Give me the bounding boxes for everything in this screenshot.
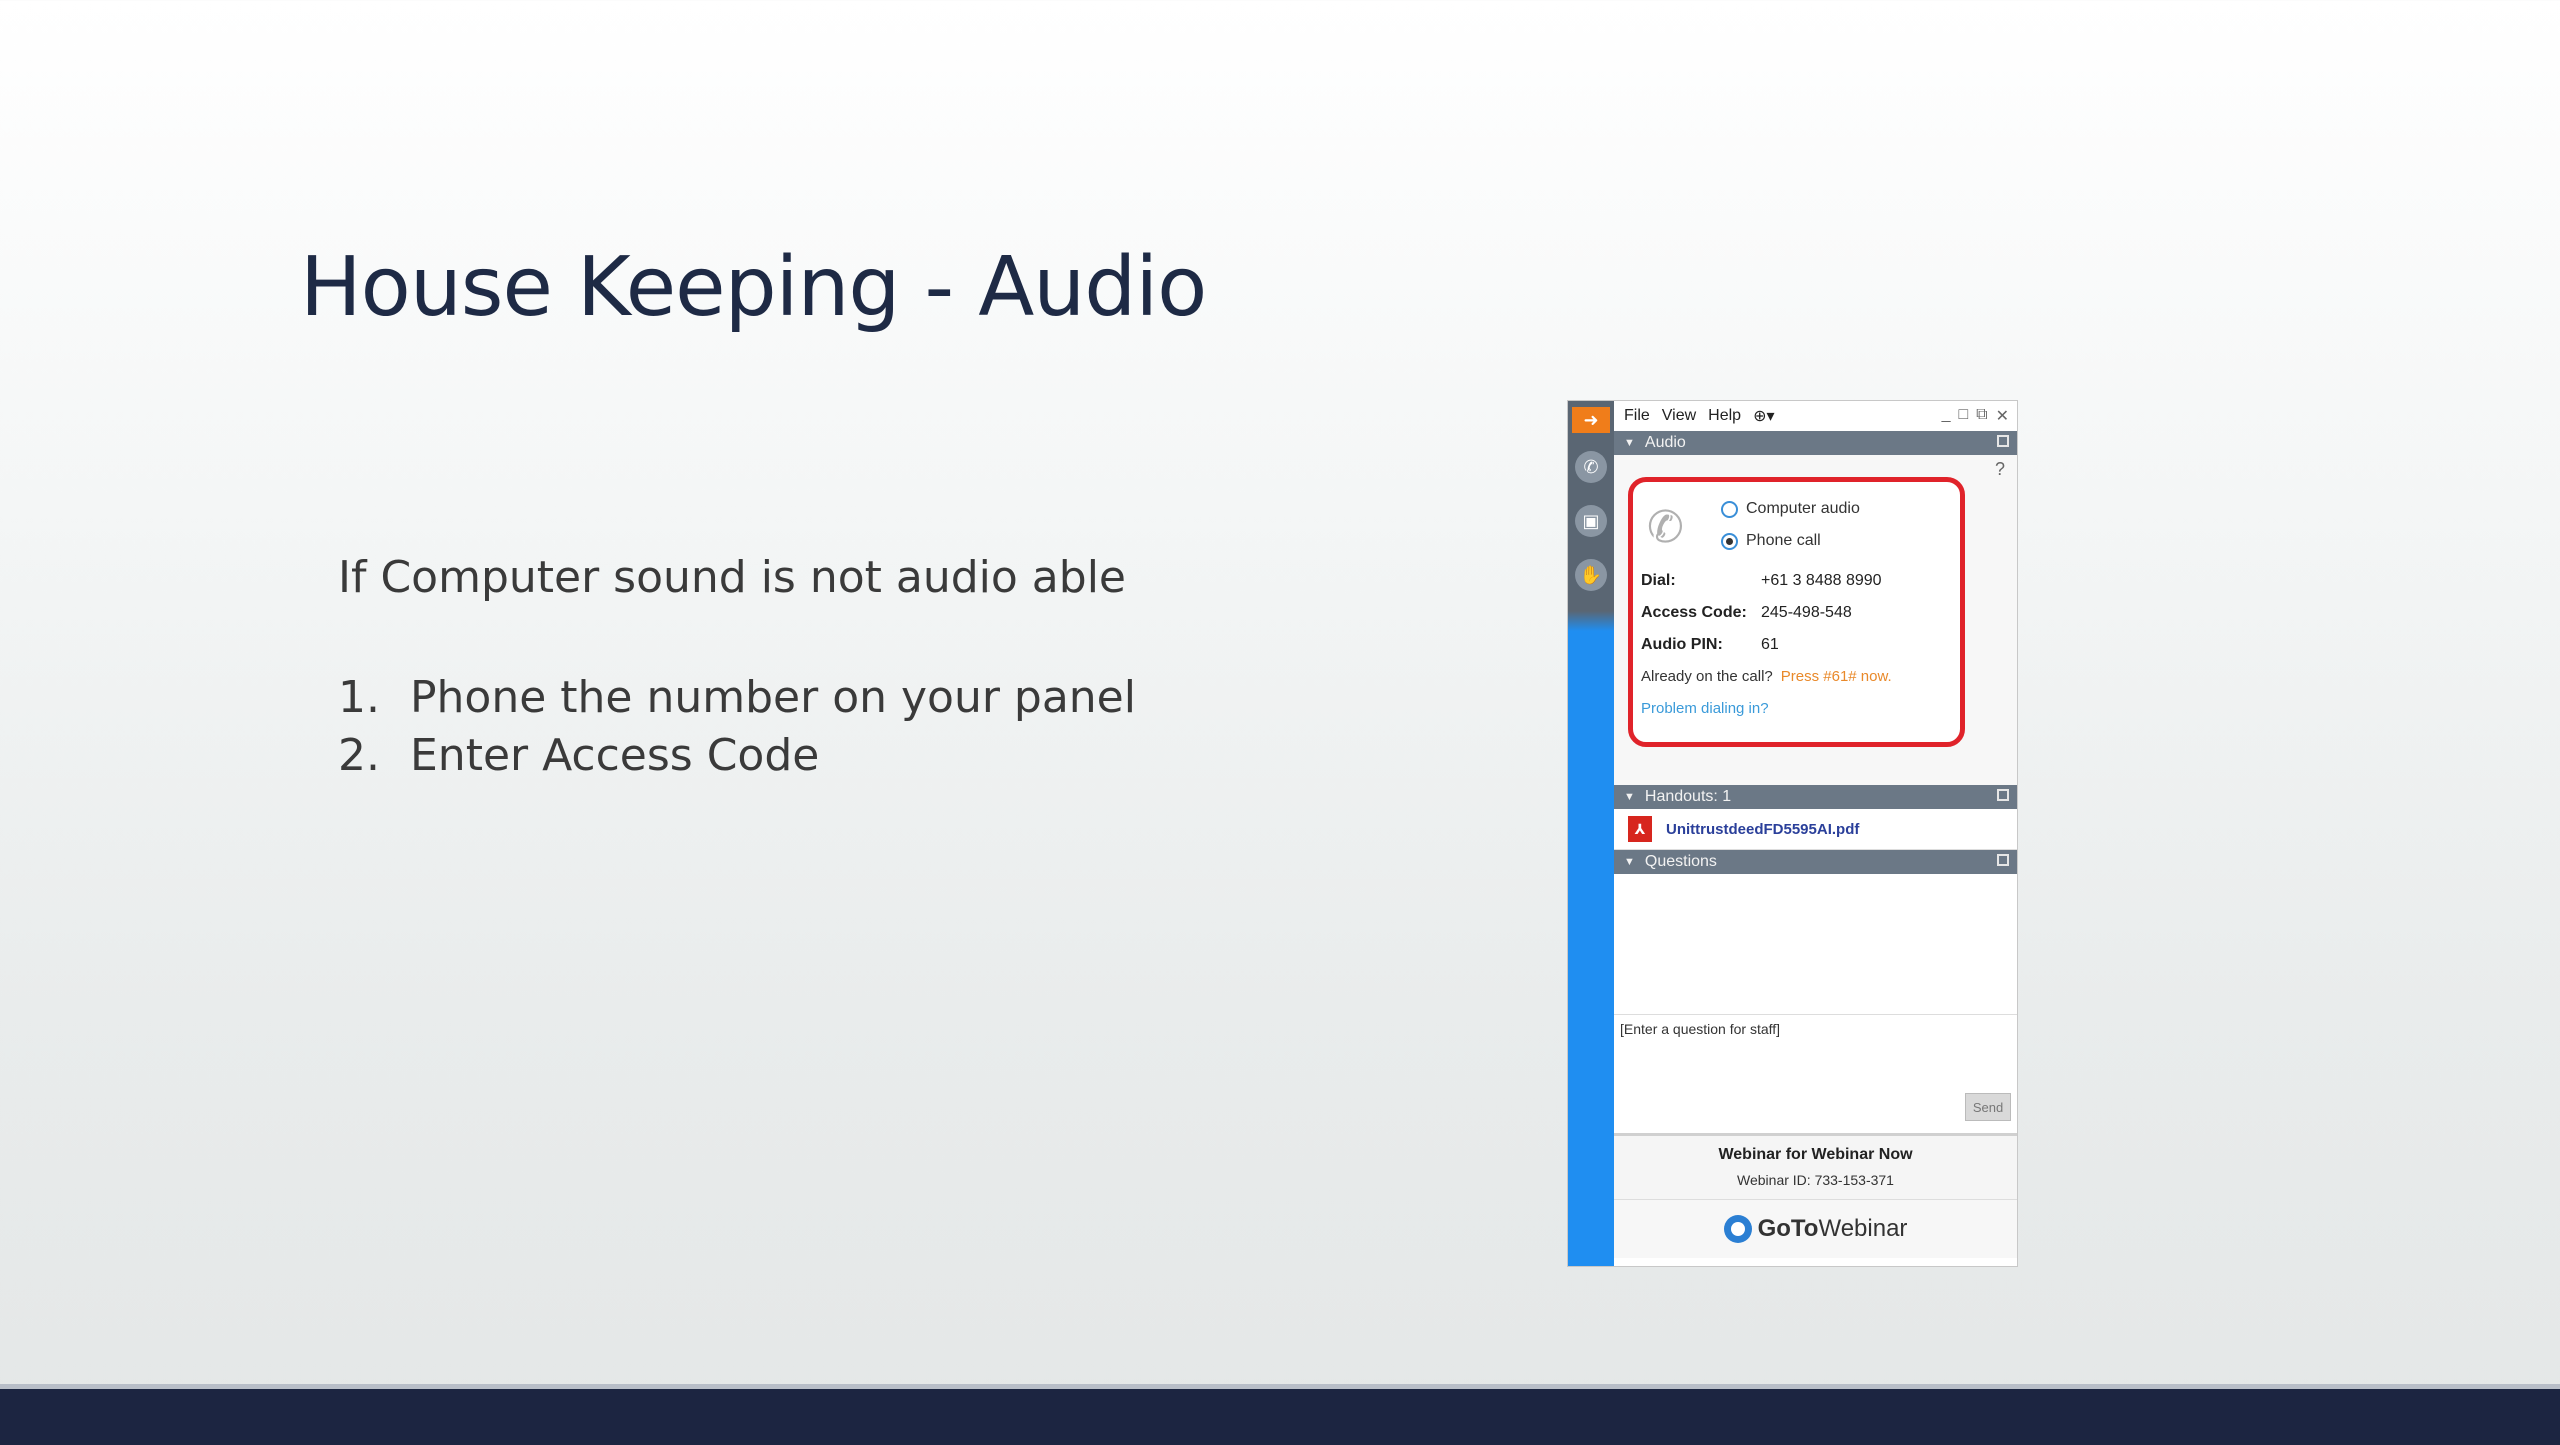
slide-title: House Keeping - Audio xyxy=(300,240,1207,335)
handout-filename[interactable]: UnittrustdeedFD5595AI.pdf xyxy=(1666,821,1859,838)
menu-view[interactable]: View xyxy=(1662,407,1696,425)
radio-button[interactable] xyxy=(1721,500,1738,518)
collapse-triangle-icon: ▼ xyxy=(1624,791,1635,803)
phone-handset-icon: ✆ xyxy=(1647,503,1684,552)
handouts-header-label: Handouts: 1 xyxy=(1644,788,1732,805)
maximize-icon[interactable]: □ xyxy=(1958,406,1968,426)
question-input[interactable]: [Enter a question for staff] Send xyxy=(1614,1015,2017,1133)
step-item: 1. Phone the number on your panel xyxy=(338,668,1136,726)
menu-bar: File View Help ⊕▾ _ □ ⧉ ✕ xyxy=(1614,401,2017,431)
questions-header-label: Questions xyxy=(1644,853,1717,870)
audio-pin-value: 61 xyxy=(1761,636,1779,653)
window-controls: _ □ ⧉ ✕ xyxy=(1942,406,2009,426)
webinar-info: Webinar for Webinar Now Webinar ID: 733-… xyxy=(1614,1133,2017,1199)
steps-list: 1. Phone the number on your panel 2. Ent… xyxy=(338,668,1136,784)
access-code-row: Access Code: 245-498-548 xyxy=(1641,604,1852,622)
press-code-text: Press #61# now. xyxy=(1780,668,1892,685)
panel-sidebar: ➜ ✆ ▣ ✋ xyxy=(1568,401,1614,1266)
step-text: Enter Access Code xyxy=(410,729,820,781)
webinar-title: Webinar for Webinar Now xyxy=(1718,1146,1913,1163)
audio-pin-row: Audio PIN: 61 xyxy=(1641,636,1779,654)
handouts-section-header[interactable]: ▼ Handouts: 1 xyxy=(1614,785,2017,809)
step-item: 2. Enter Access Code xyxy=(338,726,1136,784)
panel-main: File View Help ⊕▾ _ □ ⧉ ✕ ▼ Audio ? ✆ Co… xyxy=(1614,401,2017,1266)
audio-area: ? ✆ Computer audio Phone call Dial: +61 … xyxy=(1614,455,2017,785)
step-number: 2. xyxy=(338,729,380,781)
access-code-value: 245-498-548 xyxy=(1761,604,1852,621)
audio-header-label: Audio xyxy=(1644,434,1686,451)
raise-hand-icon[interactable]: ✋ xyxy=(1575,559,1607,591)
access-code-label: Access Code: xyxy=(1641,604,1747,621)
question-placeholder: [Enter a question for staff] xyxy=(1620,1021,1781,1037)
brand-part2: Webinar xyxy=(1818,1215,1908,1242)
already-on-call: Already on the call? Press #61# now. xyxy=(1641,668,1892,685)
questions-section-header[interactable]: ▼ Questions xyxy=(1614,850,2017,874)
popout-section-icon[interactable] xyxy=(1997,789,2009,801)
collapse-arrow-icon[interactable]: ➜ xyxy=(1572,407,1610,433)
help-icon[interactable]: ? xyxy=(1995,459,2005,480)
dial-row: Dial: +61 3 8488 8990 xyxy=(1641,572,1882,590)
brand-part1: GoTo xyxy=(1757,1215,1819,1242)
globe-icon[interactable]: ⊕▾ xyxy=(1753,406,1774,426)
audio-pin-label: Audio PIN: xyxy=(1641,636,1723,653)
dial-label: Dial: xyxy=(1641,572,1676,589)
slide-footer-bar xyxy=(0,1384,2560,1445)
radio-label: Computer audio xyxy=(1746,500,1860,517)
audio-highlight-box: ✆ Computer audio Phone call Dial: +61 3 … xyxy=(1628,477,1965,747)
handout-item[interactable]: ⅄ UnittrustdeedFD5595AI.pdf xyxy=(1614,809,2017,850)
gotowebinar-panel: ➜ ✆ ▣ ✋ File View Help ⊕▾ _ □ ⧉ ✕ ▼ Audi… xyxy=(1567,400,2018,1267)
step-text: Phone the number on your panel xyxy=(410,671,1136,723)
menu-file[interactable]: File xyxy=(1624,407,1650,425)
radio-label: Phone call xyxy=(1746,532,1821,549)
problem-dialing-link[interactable]: Problem dialing in? xyxy=(1641,700,1769,717)
already-text: Already on the call? xyxy=(1641,668,1773,685)
radio-button-selected[interactable] xyxy=(1721,532,1738,550)
phone-icon[interactable]: ✆ xyxy=(1575,451,1607,483)
screen-icon[interactable]: ▣ xyxy=(1575,505,1607,537)
webinar-id: Webinar ID: 733-153-371 xyxy=(1737,1172,1894,1188)
collapse-triangle-icon: ▼ xyxy=(1624,437,1635,449)
gotowebinar-flower-icon xyxy=(1723,1215,1752,1243)
menu-help[interactable]: Help xyxy=(1708,407,1741,425)
pdf-icon: ⅄ xyxy=(1628,816,1652,842)
send-button[interactable]: Send xyxy=(1965,1093,2011,1121)
collapse-triangle-icon: ▼ xyxy=(1624,856,1635,868)
popout-icon[interactable]: ⧉ xyxy=(1976,406,1987,426)
radio-phone-call[interactable]: Phone call xyxy=(1721,532,1821,550)
radio-computer-audio[interactable]: Computer audio xyxy=(1721,500,1860,518)
gotowebinar-logo: GoTo Webinar xyxy=(1614,1199,2017,1258)
popout-section-icon[interactable] xyxy=(1997,854,2009,866)
step-number: 1. xyxy=(338,671,380,723)
intro-text: If Computer sound is not audio able xyxy=(338,552,1126,603)
close-icon[interactable]: ✕ xyxy=(1996,406,2009,426)
minimize-icon[interactable]: _ xyxy=(1942,406,1951,426)
dial-value: +61 3 8488 8990 xyxy=(1761,572,1882,589)
audio-section-header[interactable]: ▼ Audio xyxy=(1614,431,2017,455)
popout-section-icon[interactable] xyxy=(1997,435,2009,447)
questions-log xyxy=(1614,874,2017,1015)
